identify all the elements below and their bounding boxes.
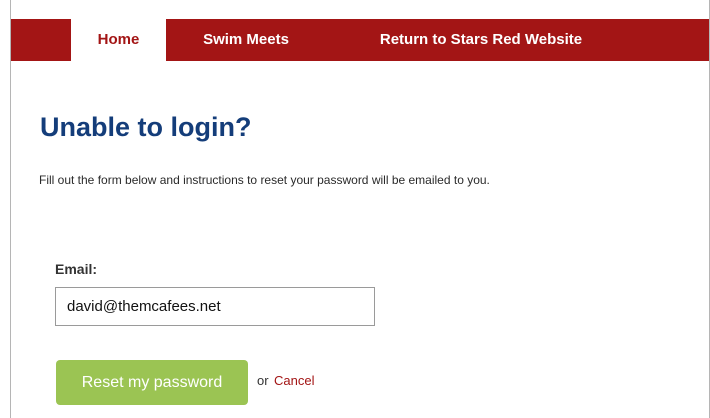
instructions-text: Fill out the form below and instructions… — [39, 173, 490, 187]
nav-home[interactable]: Home — [71, 19, 166, 61]
email-label: Email: — [55, 261, 98, 277]
page-frame: Home Swim Meets Return to Stars Red Webs… — [10, 0, 710, 418]
nav-return-to-stars-red-website[interactable]: Return to Stars Red Website — [331, 19, 631, 61]
email-input[interactable] — [55, 287, 375, 326]
top-navigation: Home Swim Meets Return to Stars Red Webs… — [11, 19, 709, 61]
page-title: Unable to login? — [40, 112, 252, 142]
or-text: or — [257, 373, 269, 388]
nav-swim-meets[interactable]: Swim Meets — [181, 19, 311, 61]
reset-password-button[interactable]: Reset my password — [56, 360, 248, 405]
cancel-link[interactable]: Cancel — [274, 373, 314, 388]
